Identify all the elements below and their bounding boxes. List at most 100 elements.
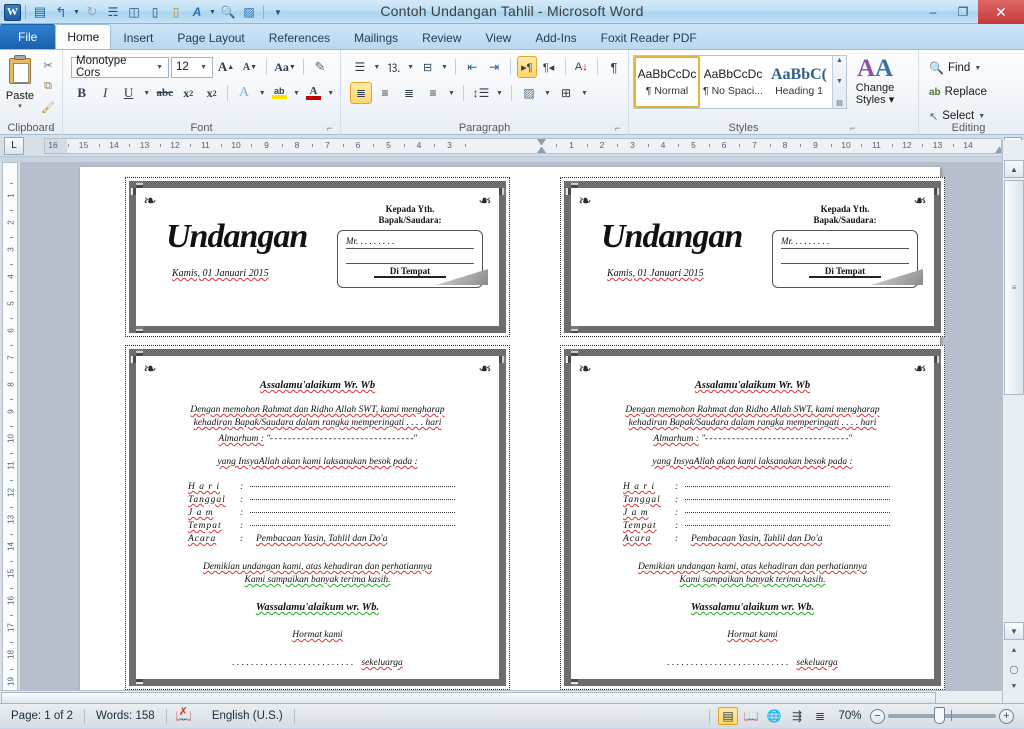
- strikethrough-button[interactable]: abc: [154, 82, 175, 104]
- format-painter-button[interactable]: 🖌: [38, 97, 58, 117]
- rtl-direction-button[interactable]: ¶◂: [539, 56, 559, 78]
- minimize-button[interactable]: –: [918, 0, 948, 24]
- tab-home[interactable]: Home: [55, 24, 111, 49]
- tab-references[interactable]: References: [257, 25, 342, 49]
- invitation-card-2[interactable]: ❧ ❧ Undangan Kamis, 01 Januari 2015 Kepa…: [560, 177, 945, 337]
- font-color-arrow[interactable]: ▼: [325, 82, 336, 104]
- invitation-card-1[interactable]: ❧ ❧ Undangan Kamis, 01 Januari 2015 Kepa…: [125, 177, 510, 337]
- previous-page-button[interactable]: ⯅: [1004, 642, 1024, 660]
- print-layout-view-button[interactable]: ▤: [718, 707, 738, 725]
- styles-dialog-launcher[interactable]: ⌐: [850, 123, 860, 133]
- tab-selector-button[interactable]: L: [4, 137, 24, 155]
- next-page-button[interactable]: ⯆: [1004, 678, 1024, 696]
- tab-view[interactable]: View: [474, 25, 524, 49]
- highlight-button[interactable]: ab: [270, 82, 290, 104]
- font-dialog-launcher[interactable]: ⌐: [327, 123, 337, 133]
- paste-dropdown-arrow[interactable]: ▾: [18, 102, 22, 110]
- tab-review[interactable]: Review: [410, 25, 473, 49]
- tab-foxit-reader-pdf[interactable]: Foxit Reader PDF: [589, 25, 709, 49]
- shrink-font-button[interactable]: A▼: [239, 56, 261, 78]
- field-value[interactable]: [250, 512, 455, 513]
- right-indent-marker[interactable]: [995, 147, 1003, 153]
- font-size-combobox[interactable]: 12 ▼: [171, 57, 213, 78]
- horizontal-ruler[interactable]: 1615141312111098765431234567891011121314: [44, 138, 1002, 154]
- field-value[interactable]: [685, 499, 890, 500]
- tab-file[interactable]: File: [0, 24, 55, 49]
- tab-mailings[interactable]: Mailings: [342, 25, 410, 49]
- scroll-down-button[interactable]: ▼: [1004, 622, 1024, 640]
- sort-button[interactable]: A↓: [571, 56, 591, 78]
- font-name-arrow[interactable]: ▼: [153, 64, 166, 71]
- text-effects-arrow[interactable]: ▼: [257, 82, 268, 104]
- show-formatting-marks-button[interactable]: ¶: [604, 56, 624, 78]
- zoom-slider[interactable]: [888, 714, 996, 718]
- copy-button[interactable]: ⧉: [38, 76, 58, 96]
- find-button[interactable]: 🔍 Find ▼: [929, 57, 1014, 79]
- select-browse-object-button[interactable]: ◯: [1004, 660, 1024, 678]
- select-arrow[interactable]: ▼: [978, 113, 985, 120]
- styles-scroll-down-icon[interactable]: ▼: [836, 78, 843, 85]
- zoom-slider-thumb[interactable]: [934, 707, 945, 724]
- styles-gallery-scroll[interactable]: ▲ ▼ ▤: [832, 56, 846, 108]
- vertical-ruler[interactable]: 12345678910111213141516171819: [0, 162, 20, 703]
- ltr-direction-button[interactable]: ▸¶: [517, 56, 537, 78]
- multilevel-arrow[interactable]: ▼: [439, 56, 449, 78]
- bold-button[interactable]: B: [71, 82, 92, 104]
- full-screen-reading-view-button[interactable]: 📖: [741, 707, 761, 725]
- zoom-level[interactable]: 70%: [833, 710, 867, 722]
- zoom-out-button[interactable]: −: [870, 709, 885, 724]
- clear-formatting-button[interactable]: ✎: [309, 56, 331, 78]
- clipboard-dialog-launcher[interactable]: ⌐: [49, 123, 59, 133]
- font-color-button[interactable]: A: [304, 82, 324, 104]
- justify-arrow[interactable]: ▼: [446, 82, 457, 104]
- style-item-heading-1[interactable]: AaBbC( Heading 1: [766, 56, 832, 108]
- first-line-indent-marker[interactable]: [537, 139, 546, 145]
- change-styles-button[interactable]: AA Change Styles ▾: [847, 53, 903, 106]
- invitation-body-2[interactable]: ❧ ❧ Assalamu'alaikum Wr. Wb Dengan memoh…: [560, 345, 945, 690]
- replace-button[interactable]: ab Replace: [929, 81, 1014, 103]
- italic-button[interactable]: I: [94, 82, 115, 104]
- numbering-arrow[interactable]: ▼: [406, 56, 416, 78]
- field-value[interactable]: Pembacaan Yasin, Tahlil dan Do'a: [250, 534, 387, 544]
- recipient-box[interactable]: Mr. . . . . . . . . Di Tempat: [772, 230, 918, 288]
- style-item-normal[interactable]: AaBbCcDc ¶ Normal: [634, 56, 700, 108]
- cut-button[interactable]: ✂: [38, 55, 58, 75]
- grow-font-button[interactable]: A▲: [215, 56, 237, 78]
- find-arrow[interactable]: ▼: [974, 65, 981, 72]
- align-center-button[interactable]: ≡: [374, 82, 396, 104]
- recipient-box[interactable]: Mr. . . . . . . . . Di Tempat: [337, 230, 483, 288]
- bullets-button[interactable]: ☰: [350, 56, 370, 78]
- styles-scroll-up-icon[interactable]: ▲: [836, 57, 843, 64]
- justify-button[interactable]: ≡: [422, 82, 444, 104]
- tab-insert[interactable]: Insert: [111, 25, 165, 49]
- text-effects-button[interactable]: A: [233, 82, 254, 104]
- decrease-indent-button[interactable]: ⇤: [462, 56, 482, 78]
- hanging-indent-marker[interactable]: [537, 147, 546, 153]
- field-value[interactable]: [685, 512, 890, 513]
- paste-button[interactable]: Paste ▾: [4, 53, 36, 117]
- document-workspace[interactable]: ❧ ❧ Undangan Kamis, 01 Januari 2015 Kepa…: [20, 162, 1002, 703]
- page-status[interactable]: Page: 1 of 2: [0, 704, 84, 729]
- field-value[interactable]: [685, 486, 890, 487]
- proofing-errors-icon[interactable]: 📖✗: [167, 704, 201, 729]
- vertical-scroll-thumb[interactable]: ≡: [1004, 180, 1024, 395]
- numbering-button[interactable]: ⒔: [384, 56, 404, 78]
- close-button[interactable]: ✕: [978, 0, 1024, 24]
- borders-button[interactable]: ⊞: [555, 82, 577, 104]
- line-spacing-arrow[interactable]: ▼: [494, 82, 505, 104]
- superscript-button[interactable]: x2: [201, 82, 222, 104]
- font-name-combobox[interactable]: Monotype Cors ▼: [71, 57, 169, 78]
- multilevel-list-button[interactable]: ⊟: [418, 56, 438, 78]
- field-value[interactable]: [250, 486, 455, 487]
- field-value[interactable]: [250, 525, 455, 526]
- invitation-body-1[interactable]: ❧ ❧ Assalamu'alaikum Wr. Wb Dengan memoh…: [125, 345, 510, 690]
- word-count-status[interactable]: Words: 158: [85, 704, 166, 729]
- shading-button[interactable]: ▨: [518, 82, 540, 104]
- field-value[interactable]: [685, 525, 890, 526]
- styles-more-icon[interactable]: ▤: [836, 99, 843, 107]
- change-case-button[interactable]: Aa▼: [272, 56, 298, 78]
- highlight-arrow[interactable]: ▼: [291, 82, 302, 104]
- style-item-no-spacing[interactable]: AaBbCcDc ¶ No Spaci...: [700, 56, 766, 108]
- vertical-scrollbar[interactable]: ▲ ≡ ▼ ⯅ ◯ ⯆: [1002, 140, 1024, 703]
- increase-indent-button[interactable]: ⇥: [484, 56, 504, 78]
